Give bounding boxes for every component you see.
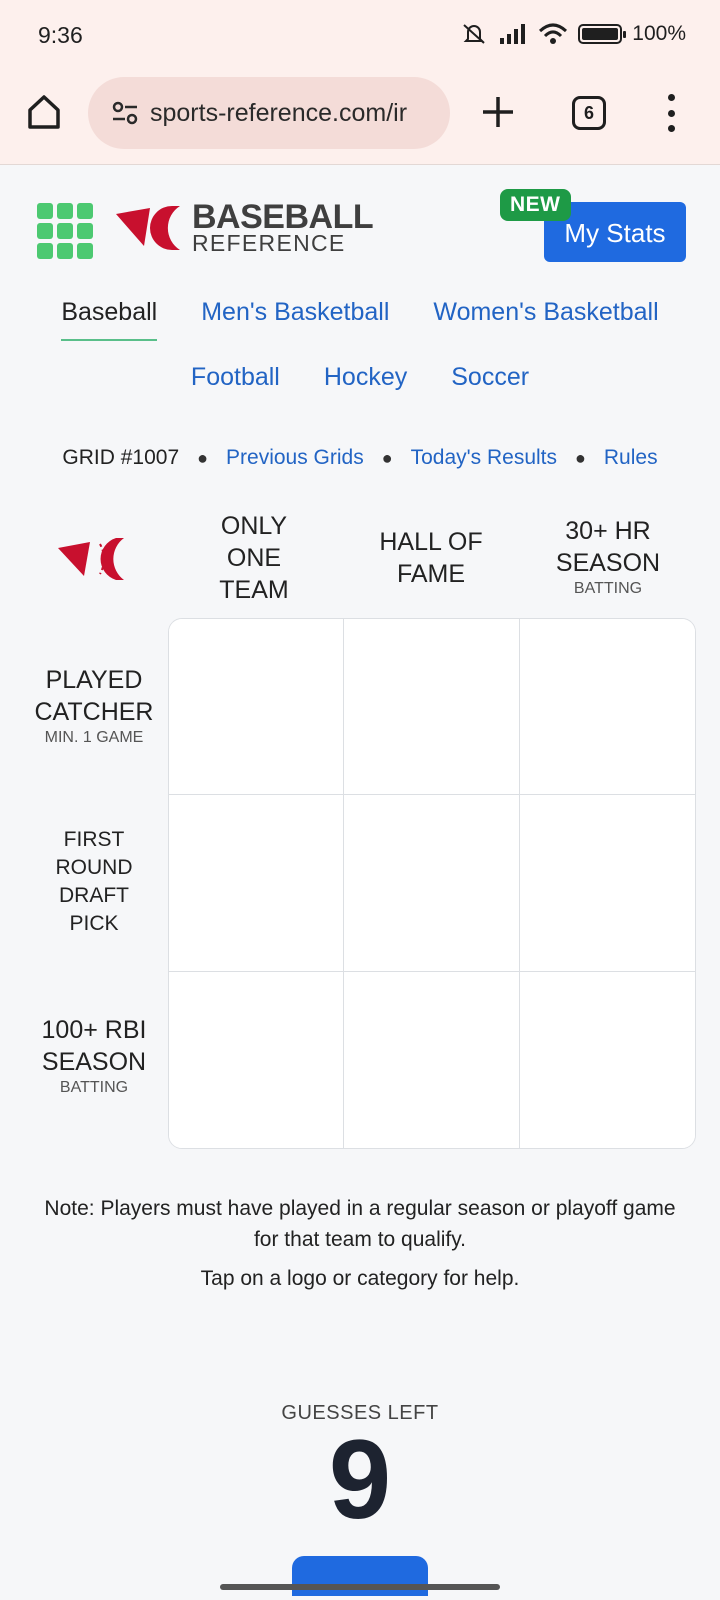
separator-dot: ● (381, 447, 393, 468)
site-logo[interactable]: BASEBALL REFERENCE (114, 198, 374, 255)
guesses-left-count: 9 (328, 1417, 392, 1542)
baseball-reference-logo-icon (116, 205, 180, 250)
sports-nav: Baseball Men's Basketball Women's Basket… (0, 298, 720, 414)
separator-dot: ● (575, 447, 586, 468)
gesture-bar (220, 1584, 500, 1590)
url-bar[interactable]: sports-reference.com/ir (88, 77, 450, 149)
nav-football[interactable]: Football (191, 363, 280, 392)
previous-grids-link[interactable]: Previous Grids (226, 446, 364, 470)
grid-cell[interactable] (344, 971, 520, 1148)
help-text: Tap on a logo or category for help. (200, 1267, 520, 1290)
grid-cell[interactable] (519, 619, 695, 796)
row-subheader: MIN. 1 GAME (44, 729, 144, 746)
grid-cell[interactable] (344, 795, 520, 972)
grid-cell[interactable] (519, 795, 695, 972)
column-subheader: BATTING (573, 580, 643, 597)
rules-link[interactable]: Rules (604, 446, 658, 470)
tab-switcher-icon[interactable]: 6 (572, 96, 606, 130)
battery-icon (578, 24, 627, 44)
browser-chrome: 9:36 100% sports-reference.com/ir 6 (0, 0, 720, 165)
nav-soccer[interactable]: Soccer (451, 363, 529, 392)
grid-number: GRID #1007 (62, 446, 180, 469)
signal-icon (500, 24, 526, 44)
column-header-only-one-team[interactable]: ONLY ONE TEAM (166, 510, 342, 606)
nav-mens-basketball[interactable]: Men's Basketball (201, 298, 389, 341)
nav-baseball[interactable]: Baseball (61, 298, 158, 341)
status-icons: 100% (460, 22, 686, 46)
give-up-button[interactable] (292, 1556, 428, 1596)
logo-line1: BASEBALL (192, 198, 374, 236)
battery-percent: 100% (632, 22, 686, 45)
grid-cell[interactable] (169, 619, 345, 796)
column-header-30-hr-season[interactable]: 30+ HR SEASON BATTING (520, 515, 696, 599)
eligibility-note: Note: Players must have played in a regu… (44, 1197, 676, 1251)
game-board (168, 618, 696, 1149)
site-info-icon[interactable] (112, 101, 138, 125)
status-time: 9:36 (38, 22, 83, 48)
new-badge: NEW (500, 189, 571, 221)
row-header-played-catcher[interactable]: PLAYED CATCHER MIN. 1 GAME (14, 664, 174, 748)
grid-cell[interactable] (519, 971, 695, 1148)
new-tab-plus-icon[interactable] (478, 92, 518, 132)
column-header-hall-of-fame[interactable]: HALL OF FAME (343, 526, 519, 590)
wifi-icon (539, 23, 568, 44)
tab-count: 6 (583, 102, 594, 123)
grid-cell[interactable] (169, 795, 345, 972)
row-subheader: BATTING (59, 1079, 129, 1096)
nav-hockey[interactable]: Hockey (324, 363, 407, 392)
url-text: sports-reference.com/ir (150, 98, 408, 127)
row-header-first-round-draft-pick[interactable]: FIRST ROUND DRAFT PICK (14, 826, 174, 938)
grid-cell[interactable] (344, 619, 520, 796)
apps-grid-icon[interactable] (37, 203, 93, 259)
todays-results-link[interactable]: Today's Results (411, 446, 557, 470)
row-header-100-rbi-season[interactable]: 100+ RBI SEASON BATTING (14, 1014, 174, 1098)
nav-womens-basketball[interactable]: Women's Basketball (433, 298, 658, 341)
grid-info: GRID #1007 ● Previous Grids ● Today's Re… (0, 446, 720, 470)
grid-logo-icon[interactable] (56, 534, 130, 584)
separator-dot: ● (197, 447, 209, 468)
home-icon[interactable] (24, 92, 64, 132)
grid-cell[interactable] (169, 971, 345, 1148)
more-menu-icon[interactable] (666, 94, 676, 132)
mute-notification-icon (463, 24, 485, 44)
